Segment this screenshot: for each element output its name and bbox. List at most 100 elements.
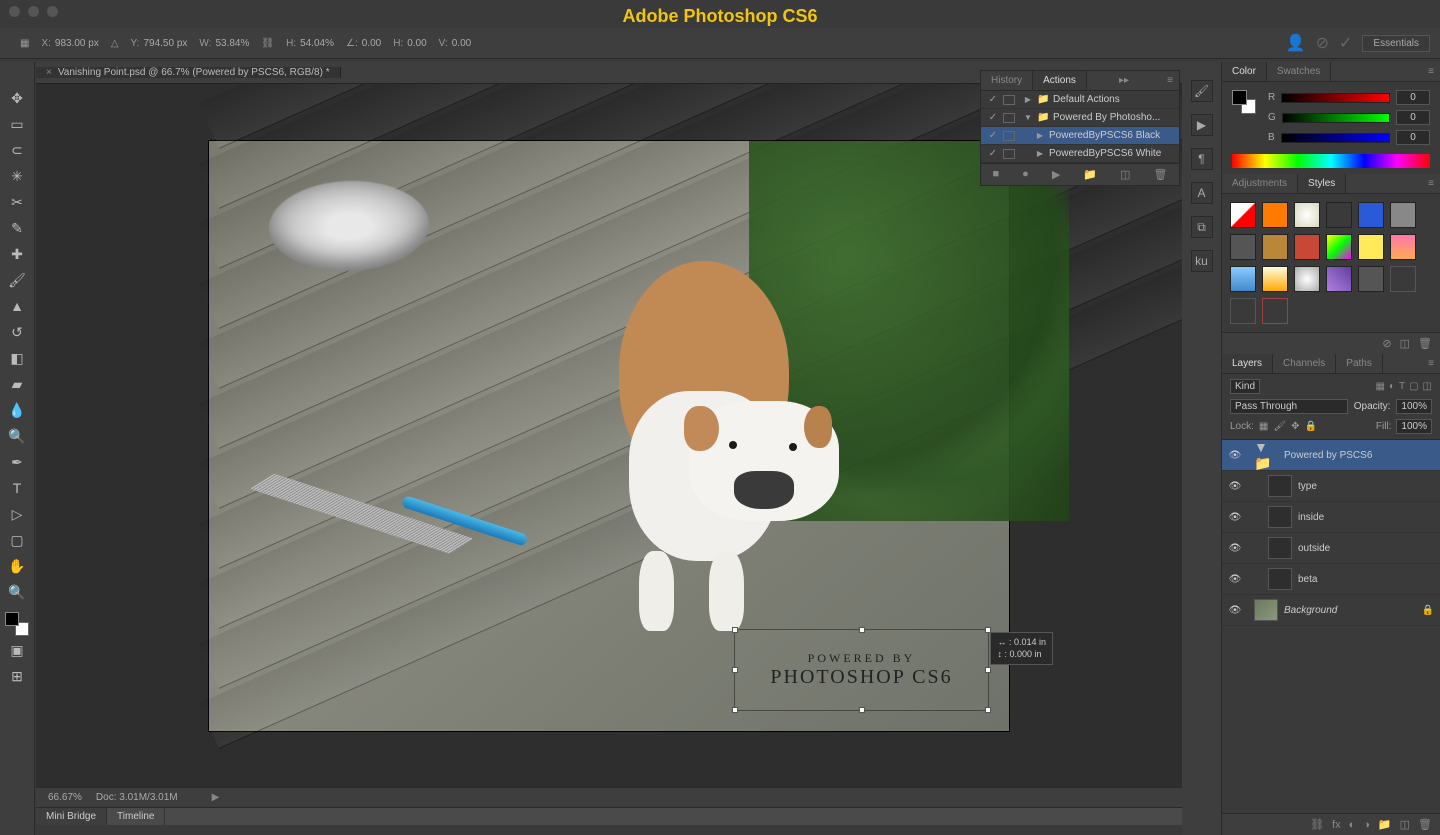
marquee-tool[interactable]: ▭ [4, 112, 30, 136]
transform-ref-icon[interactable]: ▦ [20, 38, 29, 49]
watermark-transform-box[interactable]: POWERED BY PHOTOSHOP CS6 ↔ : 0.014 in↕ :… [734, 629, 989, 711]
opacity-input[interactable]: 100% [1396, 399, 1432, 414]
collapse-icon[interactable]: ▸▸ [1113, 75, 1135, 86]
layer-row[interactable]: 👁type [1222, 471, 1440, 502]
hand-tool[interactable]: ✋ [4, 554, 30, 578]
layer-visibility-icon[interactable]: 👁 [1228, 481, 1242, 492]
group-icon[interactable]: 📁 [1378, 818, 1392, 831]
style-swatch[interactable] [1358, 234, 1384, 260]
styles-delete-icon[interactable]: 🗑 [1418, 337, 1432, 350]
filter-adj-icon[interactable]: ◐ [1389, 381, 1395, 392]
b-input[interactable] [1396, 130, 1430, 145]
lock-pixels-icon[interactable]: 🖌 [1273, 421, 1286, 432]
eraser-tool[interactable]: ◧ [4, 346, 30, 370]
screen-mode-tool[interactable]: ⊞ [4, 664, 30, 688]
layer-row[interactable]: 👁outside [1222, 533, 1440, 564]
dock-char-icon[interactable]: A [1191, 182, 1213, 204]
dock-para-icon[interactable]: ¶ [1191, 148, 1213, 170]
style-swatch[interactable] [1262, 298, 1288, 324]
canvas-viewport[interactable]: POWERED BY PHOTOSHOP CS6 ↔ : 0.014 in↕ :… [36, 84, 1182, 787]
layer-row[interactable]: 👁Background🔒 [1222, 595, 1440, 626]
skew-h-value[interactable]: 0.00 [407, 38, 426, 49]
r-input[interactable] [1396, 90, 1430, 105]
record-icon[interactable]: ● [1022, 168, 1029, 181]
style-swatch[interactable] [1294, 266, 1320, 292]
document-tab[interactable]: × Vanishing Point.psd @ 66.7% (Powered b… [36, 67, 341, 78]
y-value[interactable]: 794.50 px [143, 38, 187, 49]
color-swatches-tool[interactable] [5, 612, 29, 636]
stop-icon[interactable]: ■ [993, 168, 1000, 181]
filter-type-icon[interactable]: T [1399, 381, 1405, 392]
styles-tab[interactable]: Styles [1298, 174, 1346, 193]
layer-visibility-icon[interactable]: 👁 [1228, 512, 1242, 523]
action-row[interactable]: ✓▶📁Default Actions [981, 91, 1179, 109]
filter-smart-icon[interactable]: ◫ [1423, 381, 1432, 392]
eyedropper-tool[interactable]: ✎ [4, 216, 30, 240]
lock-all-icon[interactable]: 🔒 [1304, 421, 1316, 432]
new-action-icon[interactable]: ◫ [1120, 168, 1130, 181]
rectangle-tool[interactable]: ▢ [4, 528, 30, 552]
filter-shape-icon[interactable]: ▢ [1409, 381, 1418, 392]
style-swatch[interactable] [1326, 234, 1352, 260]
paths-tab[interactable]: Paths [1336, 354, 1383, 373]
x-value[interactable]: 983.00 px [55, 38, 99, 49]
layer-row[interactable]: 👁inside [1222, 502, 1440, 533]
link-icon[interactable]: ⛓ [261, 38, 274, 49]
styles-clear-icon[interactable]: ⊘ [1382, 337, 1391, 350]
swatches-tab[interactable]: Swatches [1267, 62, 1331, 81]
panel-menu-icon[interactable]: ≡ [1161, 75, 1179, 86]
stamp-tool[interactable]: ▲ [4, 294, 30, 318]
zoom-tool[interactable]: 🔍 [4, 580, 30, 604]
color-tab[interactable]: Color [1222, 62, 1267, 81]
filter-pixel-icon[interactable]: ▦ [1375, 381, 1384, 392]
style-swatch[interactable] [1262, 266, 1288, 292]
layers-menu-icon[interactable]: ≡ [1422, 358, 1440, 369]
new-set-icon[interactable]: 📁 [1083, 168, 1097, 181]
history-brush-tool[interactable]: ↺ [4, 320, 30, 344]
dock-play-icon[interactable]: ▶ [1191, 114, 1213, 136]
zoom-level[interactable]: 66.67% [48, 792, 82, 803]
b-slider[interactable] [1281, 133, 1390, 143]
w-value[interactable]: 53.84% [215, 38, 249, 49]
workspace-switcher[interactable]: Essentials [1362, 35, 1430, 52]
dodge-tool[interactable]: 🔍 [4, 424, 30, 448]
style-swatch[interactable] [1390, 266, 1416, 292]
foreground-color[interactable] [5, 612, 19, 626]
style-swatch[interactable] [1230, 202, 1256, 228]
style-swatch[interactable] [1358, 266, 1384, 292]
magic-wand-tool[interactable]: ✳ [4, 164, 30, 188]
dock-brush-icon[interactable]: 🖌 [1191, 80, 1213, 102]
g-slider[interactable] [1282, 113, 1390, 123]
spectrum-strip[interactable] [1232, 154, 1430, 168]
action-row[interactable]: ✓▶PoweredByPSCS6 White [981, 145, 1179, 163]
action-row[interactable]: ✓▼📁Powered By Photosho... [981, 109, 1179, 127]
layer-row[interactable]: 👁▼ 📁Powered by PSCS6 [1222, 440, 1440, 471]
style-swatch[interactable] [1358, 202, 1384, 228]
style-swatch[interactable] [1262, 234, 1288, 260]
lock-position-icon[interactable]: ✥ [1291, 421, 1299, 432]
color-panel-fgbg[interactable] [1232, 90, 1256, 114]
layers-tab[interactable]: Layers [1222, 354, 1273, 373]
action-row[interactable]: ✓▶PoweredByPSCS6 Black [981, 127, 1179, 145]
new-layer-icon[interactable]: ◫ [1400, 818, 1410, 831]
move-tool[interactable]: ✥ [4, 86, 30, 110]
cancel-icon[interactable]: ⊘ [1316, 33, 1329, 53]
mask-icon[interactable]: ◐ [1349, 819, 1356, 831]
healing-tool[interactable]: ✚ [4, 242, 30, 266]
style-swatch[interactable] [1390, 234, 1416, 260]
commit-icon[interactable]: ✓ [1339, 33, 1352, 53]
lasso-tool[interactable]: ⊂ [4, 138, 30, 162]
blur-tool[interactable]: 💧 [4, 398, 30, 422]
adjustments-tab[interactable]: Adjustments [1222, 174, 1298, 193]
style-swatch[interactable] [1326, 266, 1352, 292]
channels-tab[interactable]: Channels [1273, 354, 1336, 373]
layer-row[interactable]: 👁beta [1222, 564, 1440, 595]
brush-tool[interactable]: 🖌 [4, 268, 30, 292]
skew-v-value[interactable]: 0.00 [452, 38, 471, 49]
style-swatch[interactable] [1326, 202, 1352, 228]
lock-transparent-icon[interactable]: ▦ [1259, 421, 1268, 432]
actions-tab[interactable]: Actions [1033, 71, 1087, 90]
layer-kind-dropdown[interactable]: Kind [1230, 379, 1260, 394]
layer-visibility-icon[interactable]: 👁 [1228, 605, 1242, 616]
adjustment-layer-icon[interactable]: ◑ [1363, 819, 1370, 831]
